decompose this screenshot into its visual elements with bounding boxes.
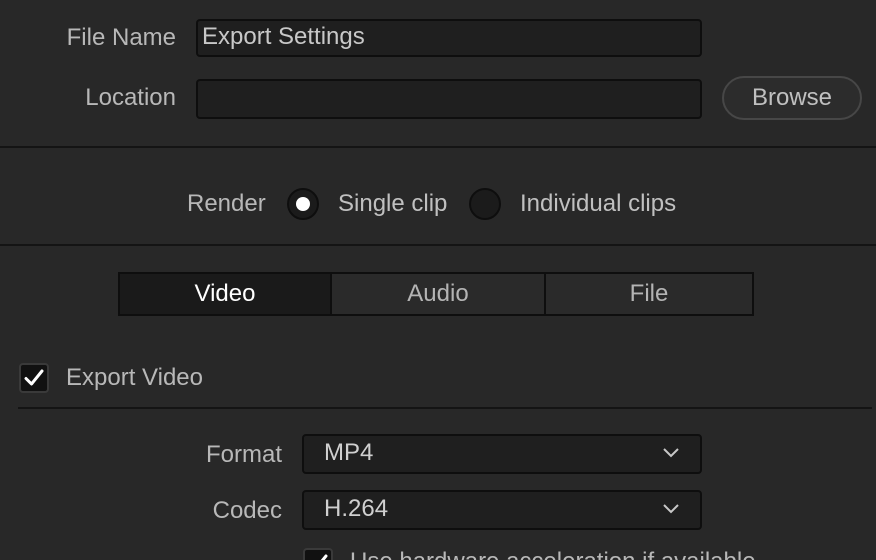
individual-clips-label[interactable]: Individual clips [520,190,676,218]
single-clip-label[interactable]: Single clip [338,190,447,218]
tab-video[interactable]: Video [120,274,330,314]
export-settings-panel: File Name Export Settings Location Brows… [0,0,876,560]
codec-label: Codec [212,497,282,524]
radio-individual-clips[interactable] [469,188,501,220]
file-name-input[interactable]: Export Settings [196,19,702,57]
render-label: Render [187,190,266,217]
export-video-checkbox[interactable] [19,363,49,393]
codec-select[interactable]: H.264 [302,490,702,530]
location-label: Location [85,84,176,111]
hardware-accel-checkbox[interactable] [303,548,333,560]
tab-bar: Video Audio File [118,272,754,316]
chevron-down-icon [663,504,679,514]
checkmark-icon [24,369,44,386]
location-input[interactable] [196,79,702,119]
format-select[interactable]: MP4 [302,434,702,474]
hardware-accel-label: Use hardware acceleration if available [350,548,756,560]
tab-audio[interactable]: Audio [330,274,544,314]
divider [0,244,876,246]
format-value: MP4 [324,439,374,466]
chevron-down-icon [663,448,679,458]
tab-file[interactable]: File [544,274,752,314]
radio-single-clip[interactable] [287,188,319,220]
checkmark-icon [320,554,328,560]
radio-selected-dot [296,197,310,211]
codec-value: H.264 [324,495,389,522]
format-label: Format [205,441,282,468]
browse-button[interactable]: Browse [722,76,862,120]
divider [0,146,876,148]
file-name-label: File Name [66,24,176,51]
divider [18,407,872,409]
export-video-label: Export Video [66,364,203,391]
